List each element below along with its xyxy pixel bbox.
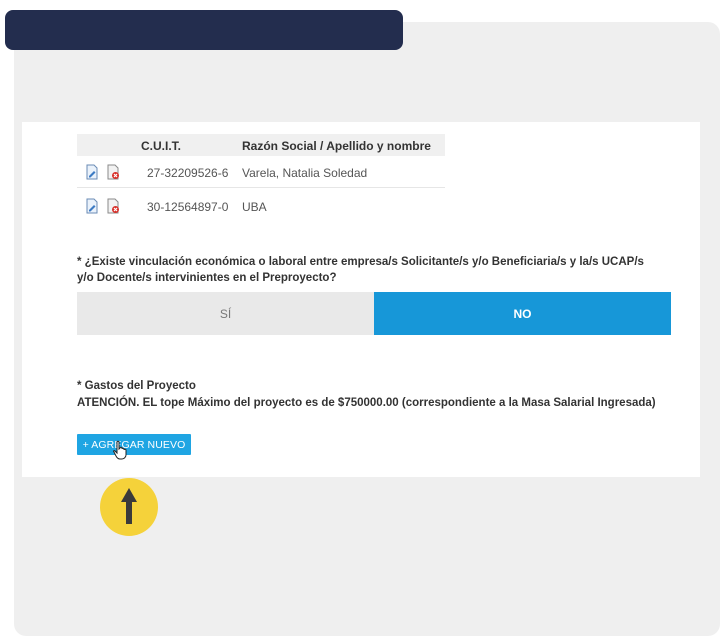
gastos-section: * Gastos del Proyecto ATENCIÓN. EL tope … [77,378,677,412]
table-row: 30-12564897-0 UBA [77,192,445,222]
toggle-si-button[interactable]: SÍ [77,292,374,335]
form-panel: C.U.I.T. Razón Social / Apellido y nombr… [22,122,700,477]
table-header: C.U.I.T. Razón Social / Apellido y nombr… [77,134,445,156]
delete-document-icon[interactable] [105,198,121,214]
cell-razon-social: UBA [242,200,267,214]
edit-document-icon[interactable] [84,164,100,180]
delete-document-icon[interactable] [105,164,121,180]
gastos-notice: ATENCIÓN. EL tope Máximo del proyecto es… [77,397,656,409]
hand-cursor-icon [112,440,128,465]
header-razon-social: Razón Social / Apellido y nombre [242,139,431,153]
toggle-no-button[interactable]: NO [374,292,671,335]
header-cuit: C.U.I.T. [141,139,182,153]
cell-razon-social: Varela, Natalia Soledad [242,166,368,180]
vinculacion-question: * ¿Existe vinculación económica o labora… [77,256,644,284]
cell-cuit: 30-12564897-0 [147,200,229,214]
add-new-button[interactable]: + AGREGAR NUEVO [77,434,191,455]
header-bar [5,10,403,50]
gastos-title: * Gastos del Proyecto [77,380,196,392]
edit-document-icon[interactable] [84,198,100,214]
up-arrow-icon [100,478,158,536]
table-row: 27-32209526-6 Varela, Natalia Soledad [77,158,445,188]
cell-cuit: 27-32209526-6 [147,166,229,180]
row-divider [77,187,445,188]
